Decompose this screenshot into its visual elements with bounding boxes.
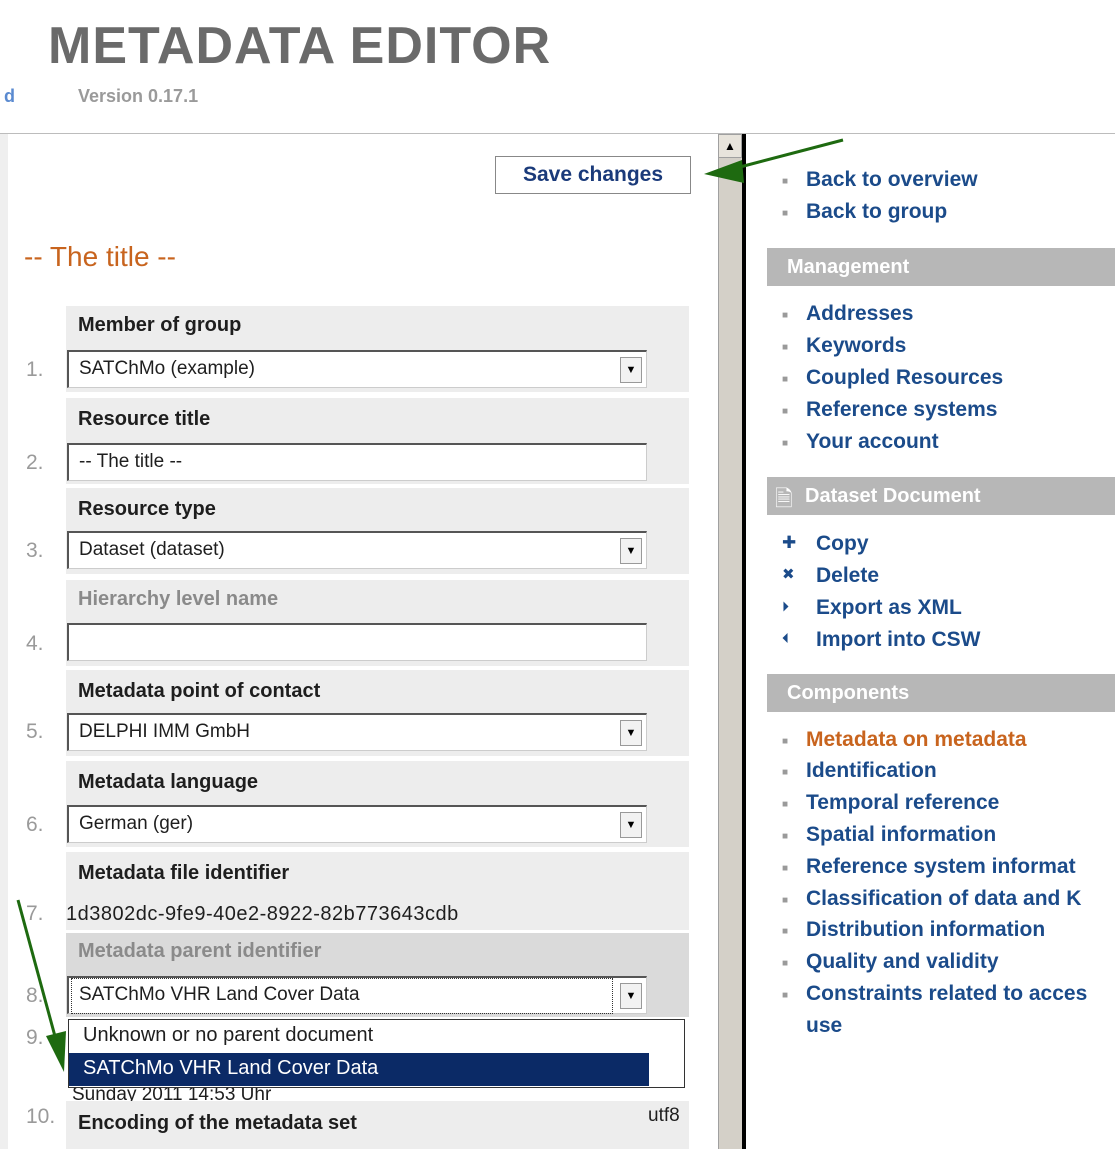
arrow-line-save (739, 138, 844, 169)
chevron-down-icon[interactable]: ▼ (620, 538, 642, 564)
select-value: DELPHI IMM GmbH (79, 721, 251, 742)
focus-outline (71, 978, 613, 1014)
link-quality-and-validity[interactable]: Quality and validity (806, 950, 999, 974)
panel-divider (742, 134, 746, 1149)
version-label: Version 0.17.1 (78, 86, 199, 106)
bullet-icon: ■ (782, 799, 789, 810)
scroll-up-arrow-icon[interactable]: ▲ (718, 134, 742, 158)
bullet-icon: ■ (782, 990, 789, 1001)
app-title: METADATA EDITOR (48, 17, 552, 75)
link-identification[interactable]: Identification (806, 759, 937, 783)
resource-title-input[interactable]: -- The title -- (67, 443, 647, 481)
bullet-icon: ■ (782, 374, 789, 385)
action-delete[interactable]: Delete (816, 564, 879, 588)
resource-type-select[interactable]: Dataset (dataset) ▼ (67, 531, 647, 569)
field-number: 5. (26, 720, 44, 743)
field-number: 1. (26, 358, 44, 381)
field-label: Metadata language (78, 771, 259, 793)
bullet-icon: ■ (782, 406, 789, 417)
field-number: 9. (26, 1026, 44, 1049)
bullet-icon: ■ (782, 736, 789, 747)
field-label: Metadata parent identifier (78, 940, 322, 962)
file-identifier-value: 1d3802dc-9fe9-40e2-8922-82b773643cdb (66, 903, 459, 925)
bullet-icon: ■ (782, 176, 789, 187)
field-label: Hierarchy level name (78, 588, 279, 610)
form-title: -- The title -- (24, 241, 176, 272)
parent-identifier-dropdown-list: Unknown or no parent document SATChMo VH… (68, 1019, 685, 1088)
metadata-language-select[interactable]: German (ger) ▼ (67, 805, 647, 843)
bullet-icon: ■ (782, 208, 789, 219)
form-scrollbar[interactable] (718, 134, 743, 1149)
chevron-down-icon[interactable]: ▼ (620, 720, 642, 746)
link-back-to-overview[interactable]: Back to overview (806, 168, 978, 192)
member-of-group-select[interactable]: SATChMo (example) ▼ (67, 350, 647, 388)
chevron-down-icon[interactable]: ▼ (620, 812, 642, 838)
bullet-icon: ■ (782, 926, 789, 937)
select-value: German (ger) (79, 813, 194, 834)
import-arrow-icon: ⏴ (782, 630, 789, 646)
section-header-components: Components (767, 674, 1115, 712)
link-constraints[interactable]: Constraints related to acces (806, 982, 1087, 1006)
link-keywords[interactable]: Keywords (806, 334, 906, 358)
select-value: SATChMo (example) (79, 358, 255, 379)
action-import-csw[interactable]: Import into CSW (816, 628, 980, 652)
field-number: 8. (26, 984, 44, 1007)
field-label: Encoding of the metadata set (78, 1112, 357, 1134)
bullet-icon: ■ (782, 438, 789, 449)
form-panel-edge (0, 134, 8, 1149)
link-addresses[interactable]: Addresses (806, 302, 913, 326)
bullet-icon: ■ (782, 342, 789, 353)
field-number: 7. (26, 902, 44, 925)
field-label: Metadata point of contact (78, 680, 321, 702)
link-spatial-information[interactable]: Spatial information (806, 823, 996, 847)
dropdown-option-label: SATChMo VHR Land Cover Data (83, 1057, 379, 1079)
link-temporal-reference[interactable]: Temporal reference (806, 791, 999, 815)
bullet-icon: ■ (782, 831, 789, 842)
hierarchy-level-name-input[interactable] (67, 623, 647, 661)
dropdown-option-label: Unknown or no parent document (83, 1024, 374, 1046)
field-label: Metadata file identifier (78, 862, 290, 884)
link-reference-systems[interactable]: Reference systems (806, 398, 997, 422)
bullet-icon: ■ (782, 958, 789, 969)
link-classification[interactable]: Classification of data and K (806, 887, 1081, 911)
section-header-dataset-document: Dataset Document (767, 477, 1115, 515)
field-number: 10. (26, 1105, 56, 1128)
field-label: Member of group (78, 314, 242, 336)
link-back-to-group[interactable]: Back to group (806, 200, 947, 224)
field-number: 3. (26, 539, 44, 562)
header-left-fragment: d (4, 86, 15, 106)
bullet-icon: ■ (782, 767, 789, 778)
delete-x-icon: ✖ (782, 566, 795, 583)
link-reference-system-information[interactable]: Reference system informat (806, 855, 1076, 879)
field-label: Resource title (78, 408, 211, 430)
link-metadata-on-metadata[interactable]: Metadata on metadata (806, 728, 1027, 752)
link-your-account[interactable]: Your account (806, 430, 939, 454)
field-number: 4. (26, 632, 44, 655)
dropdown-option-selected[interactable]: SATChMo VHR Land Cover Data (69, 1053, 649, 1086)
field-label: Resource type (78, 498, 216, 520)
save-button[interactable]: Save changes (495, 156, 691, 194)
select-value: Dataset (dataset) (79, 539, 225, 560)
section-header-management: Management (767, 248, 1115, 286)
field-number: 2. (26, 451, 44, 474)
field-number: 6. (26, 813, 44, 836)
link-coupled-resources[interactable]: Coupled Resources (806, 366, 1003, 390)
chevron-down-icon[interactable]: ▼ (620, 357, 642, 383)
plus-icon: ✚ (782, 533, 797, 552)
action-export-xml[interactable]: Export as XML (816, 596, 962, 620)
document-icon: 🗎 (775, 486, 793, 511)
point-of-contact-select[interactable]: DELPHI IMM GmbH ▼ (67, 713, 647, 751)
chevron-down-icon[interactable]: ▼ (620, 983, 642, 1009)
bullet-icon: ■ (782, 895, 789, 906)
link-constraints-continued[interactable]: use (806, 1014, 842, 1038)
link-distribution-information[interactable]: Distribution information (806, 918, 1045, 942)
export-arrow-icon: ⏵ (782, 598, 789, 614)
encoding-value: utf8 (648, 1105, 680, 1126)
input-value: -- The title -- (79, 451, 183, 472)
bullet-icon: ■ (782, 863, 789, 874)
dropdown-option[interactable]: Unknown or no parent document (69, 1020, 649, 1053)
bullet-icon: ■ (782, 310, 789, 321)
action-copy[interactable]: Copy (816, 532, 869, 556)
